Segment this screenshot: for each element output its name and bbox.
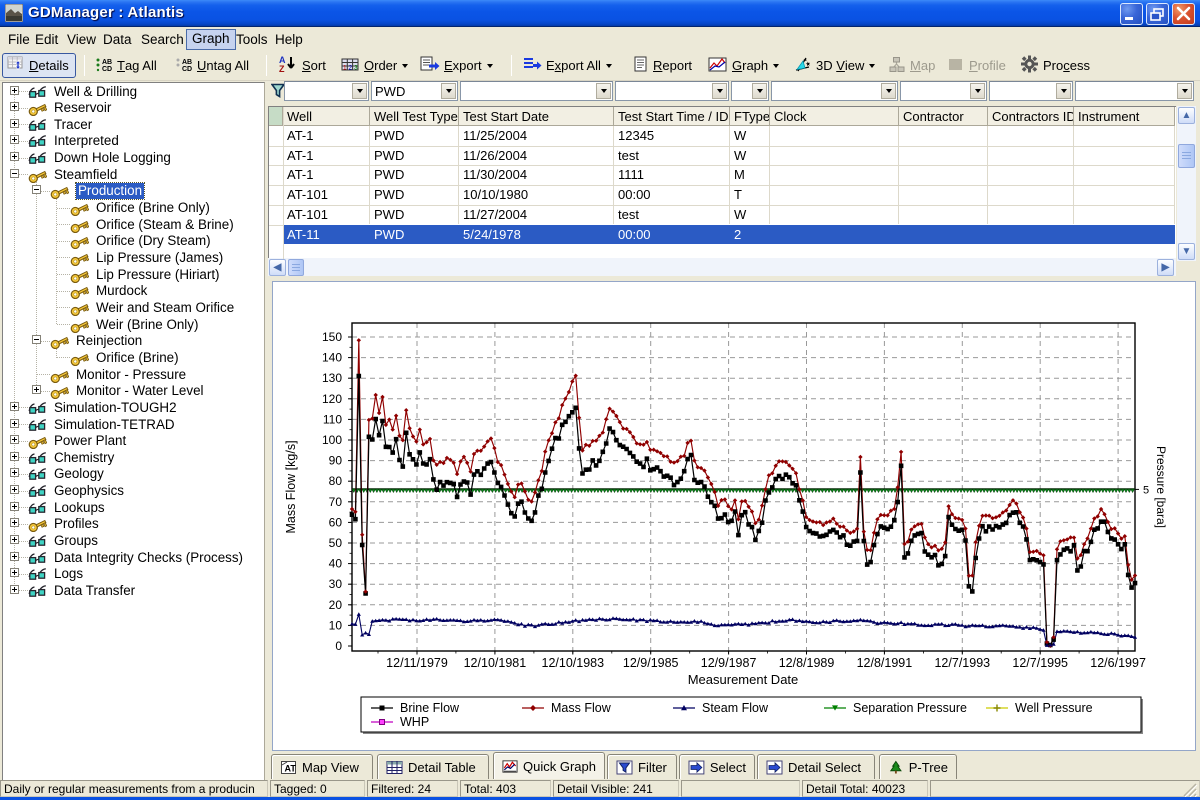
svg-text:Mass Flow: Mass Flow: [551, 701, 612, 715]
svg-text:AB: AB: [102, 59, 112, 66]
svg-text:12/8/1991: 12/8/1991: [857, 656, 913, 670]
svg-text:100: 100: [322, 433, 342, 447]
svg-text:140: 140: [322, 351, 342, 365]
svg-text:50: 50: [329, 536, 343, 550]
svg-text:3: 3: [354, 64, 358, 71]
svg-text:90: 90: [329, 454, 343, 468]
svg-text:WHP: WHP: [400, 715, 429, 729]
svg-text:12/8/1989: 12/8/1989: [779, 656, 835, 670]
svg-text:30: 30: [329, 577, 343, 591]
svg-text:10: 10: [329, 618, 343, 632]
svg-text:80: 80: [329, 474, 343, 488]
svg-text:Brine Flow: Brine Flow: [400, 701, 460, 715]
svg-text:110: 110: [323, 412, 342, 426]
svg-text:CD: CD: [102, 66, 112, 73]
svg-text:120: 120: [322, 392, 342, 406]
svg-text:CD: CD: [182, 66, 192, 73]
svg-text:70: 70: [329, 495, 343, 509]
svg-text:20: 20: [329, 598, 343, 612]
svg-text:Measurement Date: Measurement Date: [688, 672, 799, 687]
svg-text:12/10/1981: 12/10/1981: [464, 656, 527, 670]
svg-text:12/10/1983: 12/10/1983: [542, 656, 605, 670]
svg-text:Mass Flow [kg/s]: Mass Flow [kg/s]: [284, 440, 298, 533]
svg-text:Well Pressure: Well Pressure: [1015, 701, 1093, 715]
svg-text:12/11/1979: 12/11/1979: [386, 656, 448, 670]
svg-text:Separation Pressure: Separation Pressure: [853, 701, 967, 715]
svg-text:12/7/1993: 12/7/1993: [934, 656, 990, 670]
svg-text:12/9/1985: 12/9/1985: [623, 656, 679, 670]
svg-text:40: 40: [329, 557, 343, 571]
svg-text:12/7/1995: 12/7/1995: [1012, 656, 1068, 670]
svg-text:Pressure [bara]: Pressure [bara]: [1154, 446, 1168, 528]
svg-text:5: 5: [1143, 484, 1149, 496]
svg-text:12/9/1987: 12/9/1987: [701, 656, 757, 670]
svg-text:1: 1: [343, 64, 347, 71]
svg-text:Steam Flow: Steam Flow: [702, 701, 769, 715]
svg-text:12/6/1997: 12/6/1997: [1090, 656, 1146, 670]
svg-text:AB: AB: [182, 59, 192, 66]
svg-text:2: 2: [349, 64, 353, 71]
svg-text:150: 150: [322, 330, 342, 344]
svg-text:Z: Z: [279, 64, 285, 73]
svg-text:0: 0: [335, 639, 342, 653]
svg-text:60: 60: [329, 515, 343, 529]
svg-text:130: 130: [322, 371, 342, 385]
